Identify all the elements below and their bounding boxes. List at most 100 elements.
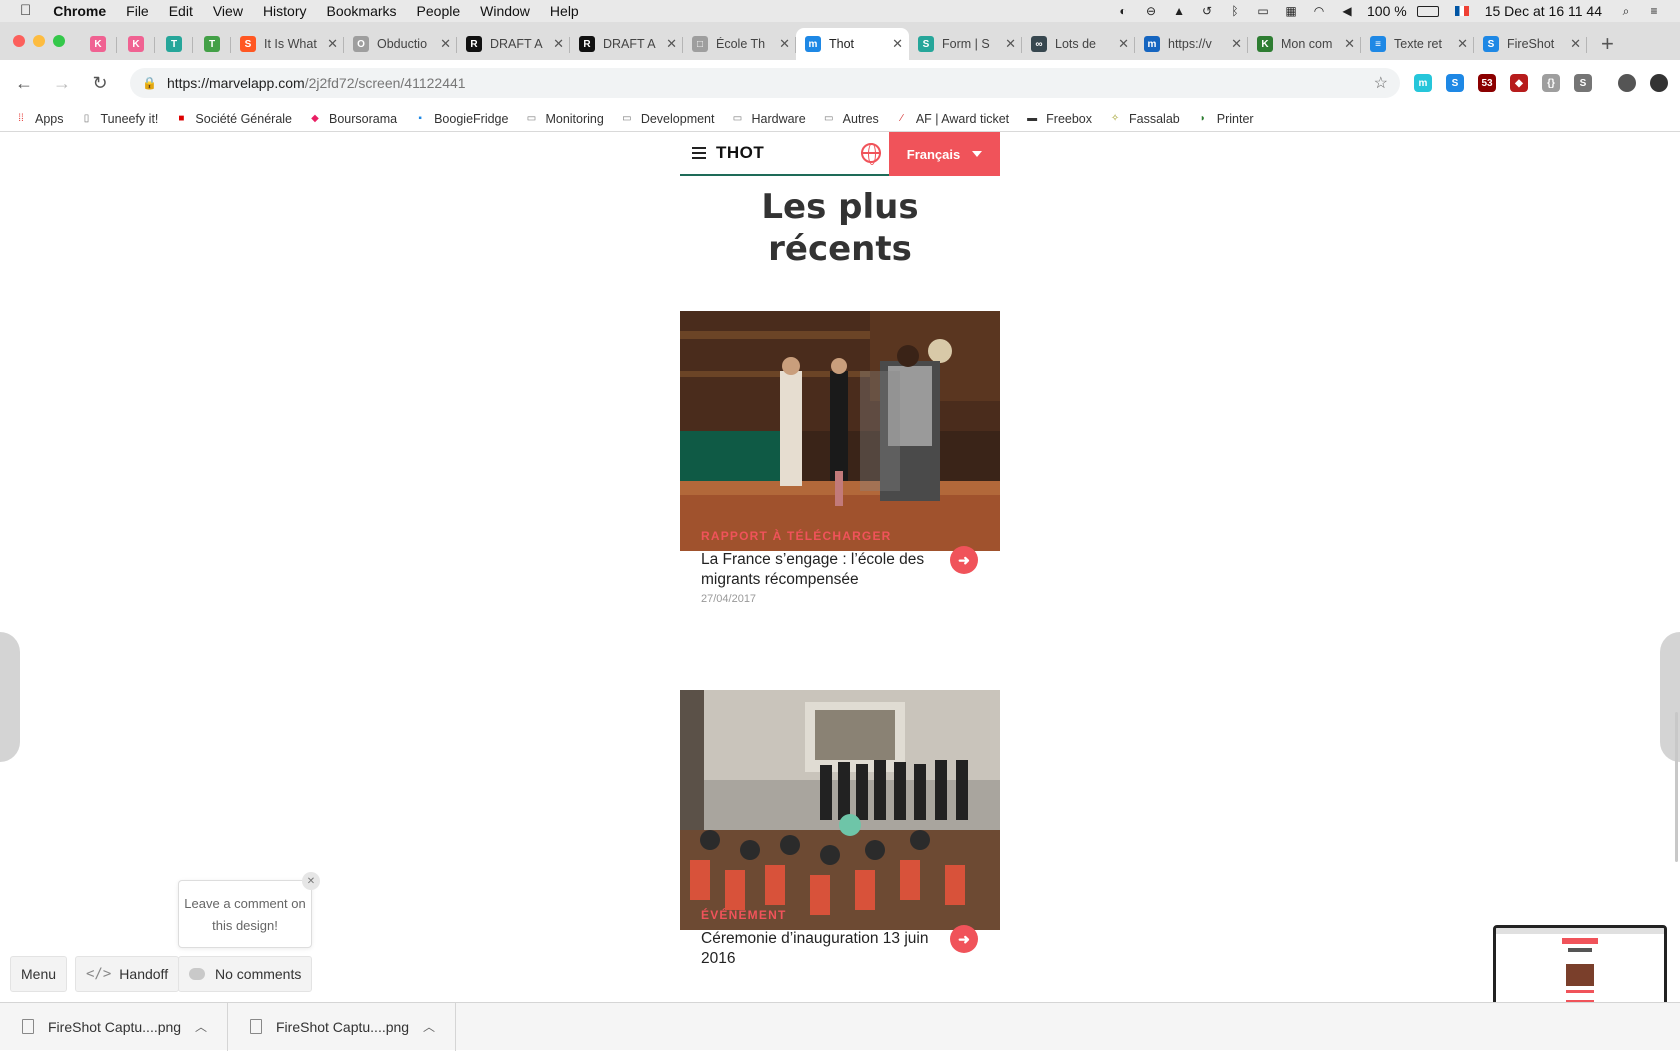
bookmark-item[interactable]: ▪ BoogieFridge <box>413 112 508 126</box>
browser-tab[interactable]: R DRAFT A ✕ <box>457 28 570 60</box>
tab-close-icon[interactable]: ✕ <box>1344 36 1355 52</box>
new-tab-button[interactable]: + <box>1587 28 1628 60</box>
bookmark-item[interactable]: ▭ Monitoring <box>524 112 604 126</box>
tab-close-icon[interactable]: ✕ <box>1118 36 1129 52</box>
chrome-menu-icon[interactable] <box>1650 74 1668 92</box>
tooltip-close-icon[interactable]: ✕ <box>302 872 320 890</box>
bookmark-item[interactable]: ■ Société Générale <box>174 112 292 126</box>
battery-percent[interactable]: 100 % <box>1361 0 1411 22</box>
forward-button[interactable]: → <box>50 73 74 94</box>
browser-tab[interactable]: m https://v ✕ <box>1135 28 1248 60</box>
tab-close-icon[interactable]: ✕ <box>553 36 564 52</box>
card-image-2[interactable] <box>680 690 1000 930</box>
lock-icon[interactable]: 🔒 <box>142 76 157 90</box>
tab-close-icon[interactable]: ✕ <box>327 36 338 52</box>
browser-tab[interactable]: ≡ Texte ret ✕ <box>1361 28 1474 60</box>
notification-center-icon[interactable]: ≡ <box>1646 4 1662 18</box>
menu-help[interactable]: Help <box>540 0 589 22</box>
globe-icon[interactable] <box>861 143 881 165</box>
handoff-button[interactable]: </> Handoff <box>75 956 180 992</box>
download-item-1[interactable]: FireShot Captu....png ︿ <box>0 1002 228 1051</box>
chevron-up-icon[interactable]: ︿ <box>195 1018 207 1035</box>
menu-edit[interactable]: Edit <box>159 0 203 22</box>
language-selector[interactable]: Français <box>889 132 1000 176</box>
bookmark-item[interactable]: ◗ Printer <box>1196 112 1254 126</box>
browser-tab[interactable]: S It Is What ✕ <box>231 28 344 60</box>
browser-tab[interactable]: K Mon com ✕ <box>1248 28 1361 60</box>
tab-close-icon[interactable]: ✕ <box>440 36 451 52</box>
apple-menu-icon[interactable]:  <box>0 0 43 22</box>
extension-icon[interactable]: ◆ <box>1510 74 1528 92</box>
page-scrollbar[interactable] <box>1675 712 1678 862</box>
tab-close-icon[interactable]: ✕ <box>1231 36 1242 52</box>
tab-close-icon[interactable]: ✕ <box>779 36 790 52</box>
browser-tab[interactable]: K <box>79 28 117 60</box>
back-button[interactable]: ← <box>12 73 36 94</box>
bookmark-item[interactable]: ✧ Fassalab <box>1108 112 1180 126</box>
bookmark-item[interactable]: ▭ Hardware <box>730 112 806 126</box>
extension-icon[interactable]: {} <box>1542 74 1560 92</box>
card-image-1[interactable] <box>680 311 1000 551</box>
chevron-up-icon[interactable]: ︿ <box>423 1018 435 1035</box>
bookmark-item[interactable]: ∕ AF | Award ticket <box>895 112 1009 126</box>
app-menu[interactable]: Chrome <box>43 0 116 22</box>
browser-tab[interactable]: K <box>117 28 155 60</box>
marvel-menu-button[interactable]: Menu <box>10 956 68 992</box>
browser-tab[interactable]: □ École Th ✕ <box>683 28 796 60</box>
arrow-right-icon[interactable]: ➜ <box>950 925 978 953</box>
bookmark-star-icon[interactable]: ☆ <box>1374 73 1388 93</box>
tab-close-icon[interactable]: ✕ <box>1457 36 1468 52</box>
menu-file[interactable]: File <box>116 0 159 22</box>
minimize-window-button[interactable] <box>33 35 45 47</box>
arrow-right-icon[interactable]: ➜ <box>950 546 978 574</box>
browser-tab[interactable]: S Form | S ✕ <box>909 28 1022 60</box>
tab-active[interactable]: m Thot ✕ <box>796 28 909 60</box>
memory-icon[interactable]: ▦ <box>1283 4 1299 18</box>
tab-close-icon[interactable]: ✕ <box>666 36 677 52</box>
browser-tab[interactable]: S FireShot ✕ <box>1474 28 1587 60</box>
bookmark-item[interactable]: ⁞⁞ Apps <box>14 112 63 126</box>
menu-people[interactable]: People <box>407 0 471 22</box>
download-item-2[interactable]: FireShot Captu....png ︿ <box>228 1002 456 1051</box>
hamburger-menu-icon[interactable] <box>692 147 706 159</box>
extension-icon[interactable]: m <box>1414 74 1432 92</box>
clock[interactable]: 15 Dec at 16 11 44 <box>1475 0 1612 22</box>
bookmark-item[interactable]: ◆ Boursorama <box>308 112 397 126</box>
wifi-icon[interactable]: ◠ <box>1311 4 1327 18</box>
spotlight-icon[interactable]: ⌕ <box>1618 4 1634 18</box>
menu-view[interactable]: View <box>203 0 253 22</box>
close-window-button[interactable] <box>13 35 25 47</box>
browser-tab[interactable]: R DRAFT A ✕ <box>570 28 683 60</box>
tab-close-icon[interactable]: ✕ <box>1570 36 1581 52</box>
do-not-disturb-icon[interactable]: ⊖ <box>1143 4 1159 18</box>
bookmark-item[interactable]: ▭ Autres <box>822 112 879 126</box>
battery-icon[interactable] <box>1416 5 1439 17</box>
extension-icon[interactable]: 53 <box>1478 74 1496 92</box>
airplay-icon[interactable]: ▭ <box>1255 4 1271 18</box>
card-title-1[interactable]: La France s’engage : l’école des migrant… <box>701 550 941 590</box>
bookmark-item[interactable]: ▭ Development <box>620 112 714 126</box>
profile-icon[interactable] <box>1618 74 1636 92</box>
extension-icon[interactable]: S <box>1446 74 1464 92</box>
extension-icon[interactable]: S <box>1574 74 1592 92</box>
time-machine-icon[interactable]: ↺ <box>1199 4 1215 18</box>
browser-tab[interactable]: T <box>193 28 231 60</box>
browser-tab[interactable]: ∞ Lots de ✕ <box>1022 28 1135 60</box>
reload-button[interactable]: ↻ <box>88 73 112 94</box>
site-logo[interactable]: THOT <box>716 143 764 163</box>
bookmark-item[interactable]: ▯ Tuneefy it! <box>80 112 159 126</box>
menu-history[interactable]: History <box>253 0 317 22</box>
zoom-window-button[interactable] <box>53 35 65 47</box>
bookmark-item[interactable]: ▬ Freebox <box>1025 112 1092 126</box>
browser-tab[interactable]: T <box>155 28 193 60</box>
bluetooth-icon[interactable]: ᛒ <box>1227 4 1243 18</box>
comments-button[interactable]: No comments <box>178 956 313 992</box>
menu-bookmarks[interactable]: Bookmarks <box>317 0 407 22</box>
volume-icon[interactable]: ◀ <box>1339 4 1355 18</box>
dropbox-icon[interactable]: ▲ <box>1171 4 1187 18</box>
tab-close-icon[interactable]: ✕ <box>1005 36 1016 52</box>
tab-close-icon[interactable]: ✕ <box>892 36 903 52</box>
address-bar[interactable]: 🔒 https://marvelapp.com/2j2fd72/screen/4… <box>130 68 1400 98</box>
menu-window[interactable]: Window <box>470 0 540 22</box>
card-title-2[interactable]: Céremonie d’inauguration 13 juin 2016 <box>701 929 941 969</box>
